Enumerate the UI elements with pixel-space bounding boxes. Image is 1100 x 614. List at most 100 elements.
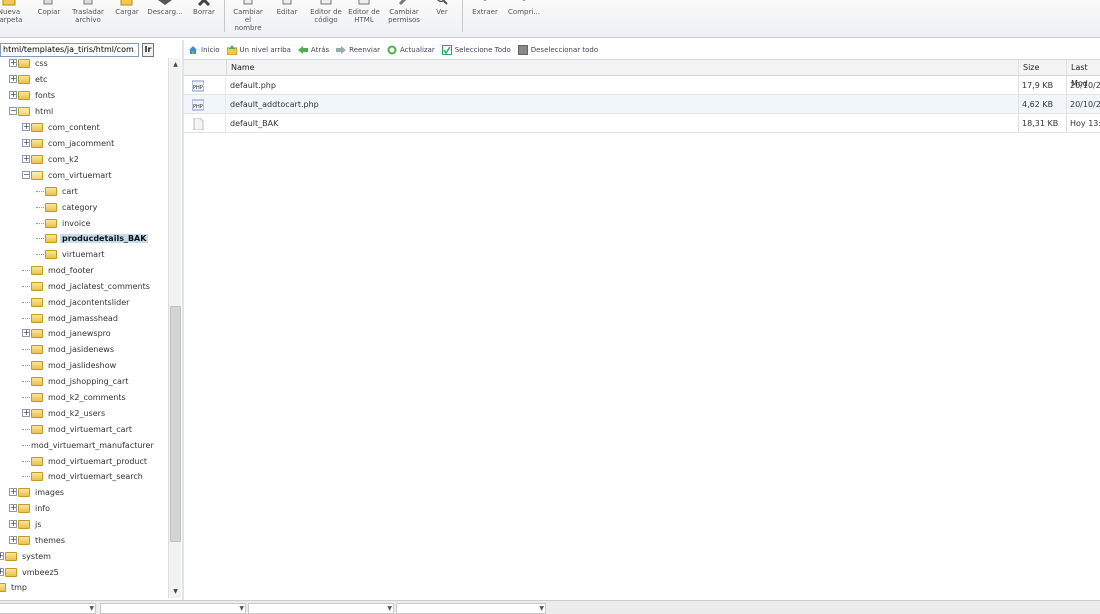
dropdown-arrow-icon[interactable]: ▼ bbox=[387, 605, 392, 612]
tree-item-com-content[interactable]: + com_content bbox=[22, 120, 102, 134]
expand-icon[interactable]: + bbox=[22, 123, 30, 131]
expand-icon[interactable]: + bbox=[22, 139, 30, 147]
php-file-icon: PHP bbox=[192, 80, 204, 92]
folder-icon bbox=[18, 58, 30, 68]
new-folder-icon bbox=[2, 0, 16, 6]
view-button[interactable]: Ver bbox=[430, 0, 454, 37]
tree-item-tmp[interactable]: tmp bbox=[0, 580, 29, 594]
extract-button[interactable]: Extraer bbox=[470, 0, 500, 37]
tree-item-producdetails-bak[interactable]: producdetails_BAK bbox=[36, 231, 149, 245]
download-button[interactable]: Descarg... bbox=[147, 0, 183, 37]
tree-item-themes[interactable]: + themes bbox=[9, 533, 67, 547]
tree-item-com-virtuemart[interactable]: − com_virtuemart bbox=[22, 168, 114, 182]
expand-icon[interactable]: + bbox=[22, 329, 30, 337]
tree-item-cart[interactable]: cart bbox=[36, 184, 80, 198]
tree-item-system[interactable]: + system bbox=[0, 549, 53, 563]
column-header-modified[interactable]: Last Mod bbox=[1066, 60, 1100, 88]
up-level-button[interactable]: Un nivel arriba bbox=[226, 45, 291, 55]
tree-connector bbox=[22, 444, 30, 446]
tree-item-mod-virtuemart-cart[interactable]: mod_virtuemart_cart bbox=[22, 422, 134, 436]
tree-item-virtuemart[interactable]: virtuemart bbox=[36, 247, 107, 261]
column-header-size[interactable]: Size bbox=[1018, 60, 1066, 76]
folder-icon bbox=[18, 90, 30, 100]
code-editor-button[interactable]: Editor de código bbox=[308, 0, 344, 37]
change-permissions-button[interactable]: Cambiar permisos bbox=[386, 0, 422, 37]
expand-icon[interactable]: + bbox=[22, 409, 30, 417]
tree-item-mod-k2-comments[interactable]: mod_k2_comments bbox=[22, 390, 128, 404]
forward-button[interactable]: Reenviar bbox=[336, 45, 380, 55]
tree-item-com-k2[interactable]: + com_k2 bbox=[22, 152, 81, 166]
expand-icon[interactable]: + bbox=[0, 552, 4, 560]
tree-item-mod-jasidenews[interactable]: mod_jasidenews bbox=[22, 342, 116, 356]
expand-icon[interactable]: + bbox=[9, 488, 17, 496]
tree-item-category[interactable]: category bbox=[36, 200, 99, 214]
refresh-button[interactable]: Actualizar bbox=[387, 45, 435, 55]
file-row[interactable]: default_BAK 18,31 KB Hoy 13:0 bbox=[184, 114, 1100, 133]
expand-icon[interactable]: + bbox=[9, 59, 17, 67]
folder-icon bbox=[31, 344, 43, 354]
tree-item-com-jacomment[interactable]: + com_jacomment bbox=[22, 136, 116, 150]
select-all-button[interactable]: Seleccione Todo bbox=[441, 45, 511, 55]
bottom-dropdown[interactable]: ▼ bbox=[396, 603, 546, 614]
scroll-up-arrow-icon[interactable]: ▲ bbox=[171, 60, 180, 69]
tree-item-fonts[interactable]: + fonts bbox=[9, 88, 57, 102]
tree-item-mod-footer[interactable]: mod_footer bbox=[22, 263, 96, 277]
tree-item-mod-virtuemart-manufacturer[interactable]: mod_virtuemart_manufacturer bbox=[22, 438, 156, 452]
tree-item-html[interactable]: − html bbox=[9, 104, 55, 118]
tree-item-mod-jacontentslider[interactable]: mod_jacontentslider bbox=[22, 295, 131, 309]
tree-item-mod-jshopping-cart[interactable]: mod_jshopping_cart bbox=[22, 374, 130, 388]
tree-item-js[interactable]: + js bbox=[9, 517, 43, 531]
tree-item-etc[interactable]: + etc bbox=[9, 72, 49, 86]
expand-icon[interactable]: + bbox=[22, 155, 30, 163]
file-row[interactable]: PHP default.php 17,9 KB 20/10/20 bbox=[184, 76, 1100, 95]
file-row[interactable]: PHP default_addtocart.php 4,62 KB 20/10/… bbox=[184, 95, 1100, 114]
deselect-all-button[interactable]: Deseleccionar todo bbox=[517, 45, 598, 55]
rename-button[interactable]: Cambiar el nombre bbox=[231, 0, 265, 37]
expand-icon[interactable]: + bbox=[0, 568, 4, 576]
back-button[interactable]: Atrás bbox=[297, 45, 329, 55]
tree-item-mod-virtuemart-search[interactable]: mod_virtuemart_search bbox=[22, 469, 145, 483]
bottom-dropdown[interactable]: ▼ bbox=[0, 603, 96, 614]
move-file-button[interactable]: Trasladar archivo bbox=[70, 0, 106, 37]
expand-icon[interactable]: + bbox=[9, 520, 17, 528]
tree-item-mod-virtuemart-product[interactable]: mod_virtuemart_product bbox=[22, 454, 149, 468]
scrollbar-thumb[interactable] bbox=[170, 306, 181, 542]
upload-button[interactable]: Cargar bbox=[114, 0, 140, 37]
tree-item-images[interactable]: + images bbox=[9, 485, 66, 499]
go-button[interactable]: Ir bbox=[142, 42, 154, 57]
column-header-name[interactable]: Name bbox=[226, 60, 1018, 76]
tree-item-mod-k2-users[interactable]: + mod_k2_users bbox=[22, 406, 107, 420]
tree-item-vmbeez5[interactable]: + vmbeez5 bbox=[0, 565, 61, 579]
tree-item-css[interactable]: + css bbox=[9, 56, 50, 70]
bottom-dropdown[interactable]: ▼ bbox=[248, 603, 394, 614]
rename-icon bbox=[243, 0, 253, 5]
collapse-icon[interactable]: − bbox=[22, 171, 30, 179]
compress-button[interactable]: Compri... bbox=[507, 0, 541, 37]
dropdown-arrow-icon[interactable]: ▼ bbox=[539, 605, 544, 612]
dropdown-arrow-icon[interactable]: ▼ bbox=[239, 605, 244, 612]
tree-item-mod-jaclatest-comments[interactable]: mod_jaclatest_comments bbox=[22, 279, 152, 293]
new-folder-button[interactable]: Nueva carpeta bbox=[0, 0, 24, 37]
expand-icon[interactable]: + bbox=[9, 504, 17, 512]
expand-icon[interactable]: + bbox=[9, 91, 17, 99]
edit-button[interactable]: Editar bbox=[274, 0, 300, 37]
copy-button[interactable]: Copiar bbox=[36, 0, 62, 37]
expand-icon[interactable]: + bbox=[9, 536, 17, 544]
tree-item-mod-jaslideshow[interactable]: mod_jaslideshow bbox=[22, 358, 118, 372]
tree-item-mod-janewspro[interactable]: + mod_janewspro bbox=[22, 326, 113, 340]
tree-item-info[interactable]: + info bbox=[9, 501, 52, 515]
collapse-icon[interactable]: − bbox=[9, 107, 17, 115]
tree-item-invoice[interactable]: invoice bbox=[36, 216, 92, 230]
home-button[interactable]: Inicio bbox=[188, 45, 220, 55]
path-input[interactable] bbox=[0, 42, 139, 57]
tree-scrollbar[interactable]: ▲ ▼ bbox=[168, 58, 181, 598]
html-editor-button[interactable]: Editor de HTML bbox=[346, 0, 382, 37]
bottom-dropdown[interactable]: ▼ bbox=[100, 603, 246, 614]
tree-item-mod-jamasshead[interactable]: mod_jamasshead bbox=[22, 311, 120, 325]
dropdown-arrow-icon[interactable]: ▼ bbox=[89, 605, 94, 612]
expand-icon[interactable]: + bbox=[9, 75, 17, 83]
delete-button[interactable]: Borrar bbox=[192, 0, 216, 37]
tree-connector bbox=[22, 285, 30, 287]
folder-up-icon bbox=[226, 45, 237, 55]
scroll-down-arrow-icon[interactable]: ▼ bbox=[171, 587, 180, 596]
